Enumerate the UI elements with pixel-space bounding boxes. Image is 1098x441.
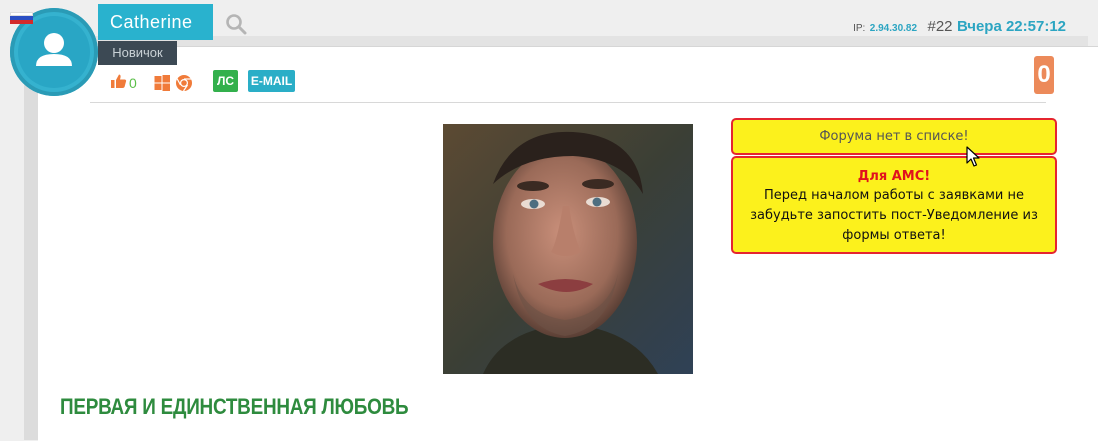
post-date[interactable]: Вчера 22:57:12 [957, 18, 1066, 35]
email-button[interactable]: E-MAIL [248, 70, 295, 92]
post-counter-badge: 0 [1034, 56, 1054, 94]
thumbs-up-icon[interactable] [110, 73, 127, 93]
private-message-button[interactable]: ЛС [213, 70, 238, 92]
russia-flag-icon [10, 12, 33, 24]
forum-status-notice: Форума нет в списке! [731, 118, 1057, 155]
default-user-avatar-icon [18, 16, 90, 88]
username[interactable]: Catherine [98, 4, 213, 40]
post-meta: IP: 2.94.30.82 #22 Вчера 22:57:12 [853, 18, 1066, 36]
search-icon[interactable] [224, 12, 248, 36]
reputation-count: 0 [129, 75, 137, 91]
divider [90, 102, 1046, 103]
ams-notice-body: Перед началом работы с заявками не забуд… [750, 188, 1038, 243]
left-rail [24, 34, 39, 440]
post-image [443, 124, 693, 374]
reputation[interactable]: 0 [110, 73, 137, 93]
ams-notice-title: Для АМС! [857, 169, 931, 184]
ams-notice: Для АМС! Перед началом работы с заявками… [731, 156, 1057, 254]
ip-label: IP: [853, 23, 866, 34]
mouse-cursor-icon [966, 146, 980, 168]
chrome-icon [175, 74, 193, 96]
client-info [154, 74, 193, 96]
user-rank-badge: Новичок [98, 41, 177, 65]
windows-icon [154, 75, 170, 95]
post-title: ПЕРВАЯ И ЕДИНСТВЕННАЯ ЛЮБОВЬ [60, 394, 409, 419]
ip-address[interactable]: 2.94.30.82 [870, 23, 917, 34]
post-number[interactable]: #22 [927, 18, 952, 35]
